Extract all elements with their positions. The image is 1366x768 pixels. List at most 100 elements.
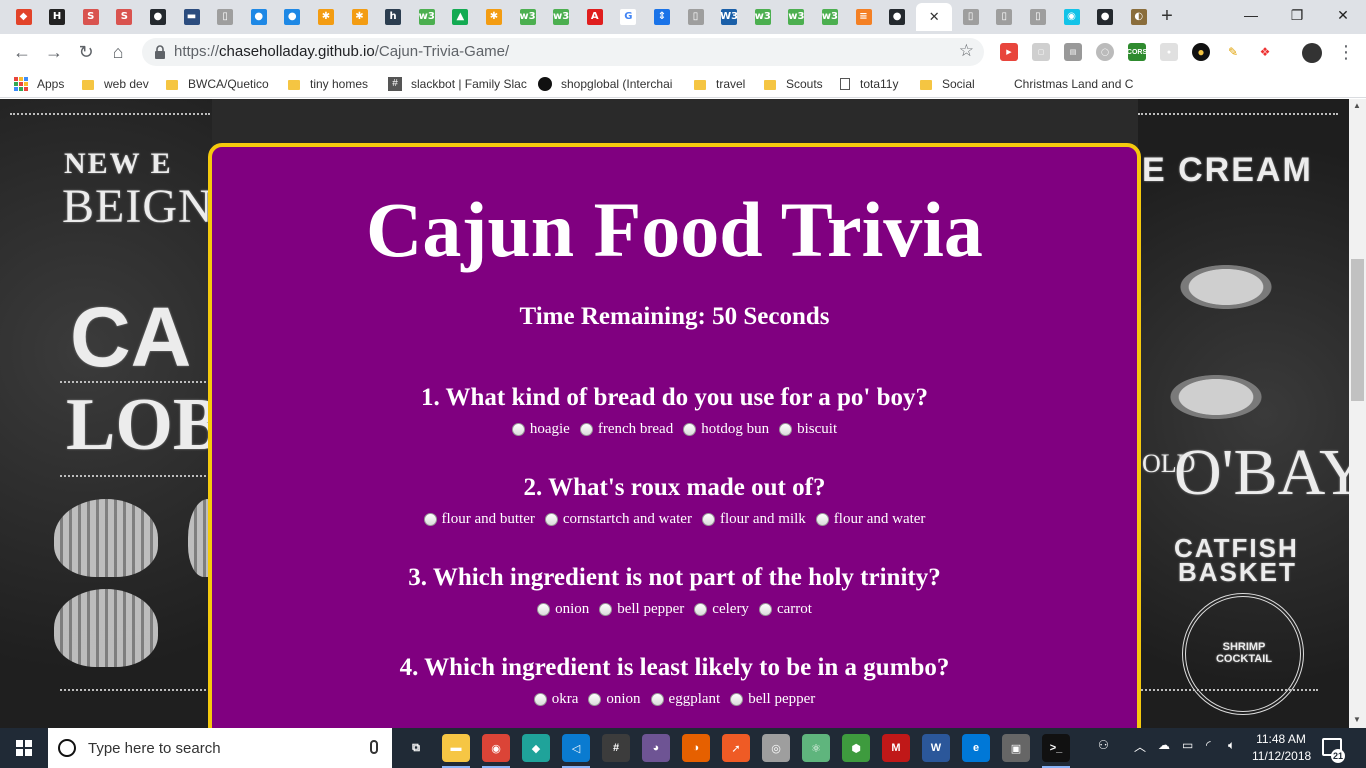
answer-option[interactable]: flour and milk — [701, 511, 806, 528]
browser-tab[interactable]: H — [42, 3, 73, 31]
scroll-up-icon[interactable]: ▲ — [1353, 101, 1361, 110]
browser-tab[interactable]: ≡ — [848, 3, 879, 31]
browser-tab[interactable]: ▯ — [1022, 3, 1053, 31]
github-desktop-icon[interactable]: ◕ — [642, 734, 670, 762]
radio-button[interactable] — [730, 693, 744, 706]
answer-option[interactable]: flour and butter — [423, 511, 535, 528]
browser-tab[interactable]: w3 — [512, 3, 543, 31]
firefox-icon[interactable]: ◑ — [682, 734, 710, 762]
close-tab-icon[interactable]: ✕ — [929, 9, 940, 25]
bookmark-item[interactable]: Scouts — [764, 75, 823, 93]
scroll-down-icon[interactable]: ▼ — [1353, 715, 1361, 724]
browser-tab[interactable]: w3 — [546, 3, 577, 31]
answer-option[interactable]: hoagie — [511, 421, 570, 438]
radio-button[interactable] — [815, 513, 829, 526]
radio-button[interactable] — [694, 603, 708, 616]
browser-tab[interactable]: S — [75, 3, 106, 31]
start-button[interactable] — [0, 728, 48, 768]
app-box-icon[interactable]: ▣ — [1002, 734, 1030, 762]
bookmark-item[interactable]: Apps — [14, 75, 64, 93]
window-minimize-button[interactable]: — — [1228, 0, 1274, 30]
radio-button[interactable] — [599, 603, 613, 616]
browser-tab[interactable]: w3 — [814, 3, 845, 31]
bookmark-item[interactable]: travel — [694, 75, 745, 93]
browser-tab[interactable]: G — [613, 3, 644, 31]
postman-icon[interactable]: ➚ — [722, 734, 750, 762]
radio-button[interactable] — [683, 423, 697, 436]
answer-option[interactable]: eggplant — [650, 691, 720, 708]
task-view-icon[interactable]: ⧉ — [402, 734, 430, 762]
radio-button[interactable] — [537, 603, 551, 616]
app-icon[interactable]: ◎ — [762, 734, 790, 762]
radio-button[interactable] — [758, 603, 772, 616]
page-scrollbar[interactable]: ▲ ▼ — [1349, 99, 1366, 729]
system-clock[interactable]: 11:48 AM 11/12/2018 — [1252, 731, 1311, 765]
tray-chevron-icon[interactable]: ︿ — [1134, 738, 1146, 755]
extension-cors-icon[interactable]: CORS — [1127, 43, 1147, 61]
browser-tab[interactable]: ● — [882, 3, 913, 31]
volume-icon[interactable]: 🔈︎ — [1228, 738, 1235, 753]
mcafee-icon[interactable]: M — [882, 734, 910, 762]
answer-option[interactable]: onion — [537, 601, 589, 618]
browser-tab[interactable]: ● — [142, 3, 173, 31]
answer-option[interactable]: carrot — [758, 601, 812, 618]
file-explorer-icon[interactable]: ▬ — [442, 734, 470, 768]
back-icon[interactable]: ← — [8, 38, 36, 66]
answer-option[interactable]: biscuit — [779, 421, 837, 438]
terminal-icon[interactable]: >_ — [1042, 734, 1070, 768]
people-icon[interactable]: ⚇ — [1098, 738, 1109, 752]
bookmark-item[interactable]: tiny homes — [288, 75, 368, 93]
answer-option[interactable]: onion — [588, 691, 641, 708]
extension-page-icon[interactable]: ▢ — [1032, 43, 1050, 61]
taskbar-search-box[interactable]: Type here to search — [48, 728, 392, 768]
radio-button[interactable] — [533, 693, 547, 706]
radio-button[interactable] — [701, 513, 715, 526]
browser-tab-active[interactable]: ✕ — [916, 3, 953, 31]
browser-tab[interactable]: ⇕ — [646, 3, 677, 31]
reload-icon[interactable]: ↻ — [72, 38, 100, 66]
browser-tab[interactable]: w3 — [411, 3, 442, 31]
battery-icon[interactable]: ▭ — [1182, 738, 1193, 752]
answer-option[interactable]: bell pepper — [730, 691, 815, 708]
answer-option[interactable]: hotdog bun — [683, 421, 769, 438]
browser-tab[interactable]: ✱ — [344, 3, 375, 31]
bookmark-star-icon[interactable]: ☆ — [959, 41, 974, 61]
wifi-icon[interactable]: ◜ — [1206, 738, 1211, 752]
radio-button[interactable] — [423, 513, 437, 526]
bookmark-item[interactable]: Social — [920, 75, 975, 93]
window-close-button[interactable]: ✕ — [1320, 0, 1366, 30]
browser-tab[interactable]: h — [378, 3, 409, 31]
browser-tab[interactable]: W3 — [714, 3, 745, 31]
browser-tab[interactable]: w3 — [781, 3, 812, 31]
browser-tab[interactable]: ▯ — [680, 3, 711, 31]
chrome-icon[interactable]: ◉ — [482, 734, 510, 768]
radio-button[interactable] — [579, 423, 593, 436]
vscode-icon[interactable]: ◁ — [562, 734, 590, 768]
new-tab-button[interactable]: + — [1156, 5, 1178, 27]
answer-option[interactable]: okra — [533, 691, 578, 708]
bookmark-item[interactable]: web dev — [82, 75, 149, 93]
answer-option[interactable]: celery — [694, 601, 749, 618]
extension-yellow-dot-icon[interactable]: ● — [1192, 43, 1210, 61]
browser-tab[interactable]: ● — [1090, 3, 1121, 31]
extension-screenshot-icon[interactable]: ▤ — [1064, 43, 1082, 61]
browser-tab[interactable]: ◐ — [1123, 3, 1154, 31]
onedrive-icon[interactable]: ☁ — [1158, 738, 1170, 752]
browser-menu-icon[interactable]: ⋮ — [1332, 38, 1360, 66]
browser-tab[interactable]: ● — [277, 3, 308, 31]
word-icon[interactable]: W — [922, 734, 950, 762]
browser-tab[interactable]: ◆ — [8, 3, 39, 31]
microphone-icon[interactable] — [370, 740, 378, 754]
radio-button[interactable] — [511, 423, 525, 436]
browser-tab[interactable]: A — [579, 3, 610, 31]
edge-icon[interactable]: e — [962, 734, 990, 762]
browser-tab[interactable]: ◉ — [1056, 3, 1087, 31]
extension-colors-icon[interactable]: ❖ — [1256, 43, 1274, 61]
forward-icon[interactable]: → — [40, 38, 68, 66]
atom-icon[interactable]: ⚛ — [802, 734, 830, 762]
address-bar[interactable]: https://chaseholladay.github.io/Cajun-Tr… — [142, 38, 984, 66]
profile-avatar[interactable] — [1302, 43, 1322, 63]
extension-pencil-icon[interactable]: ✎ — [1224, 43, 1242, 61]
answer-option[interactable]: bell pepper — [599, 601, 684, 618]
gitkraken-icon[interactable]: ◆ — [522, 734, 550, 762]
